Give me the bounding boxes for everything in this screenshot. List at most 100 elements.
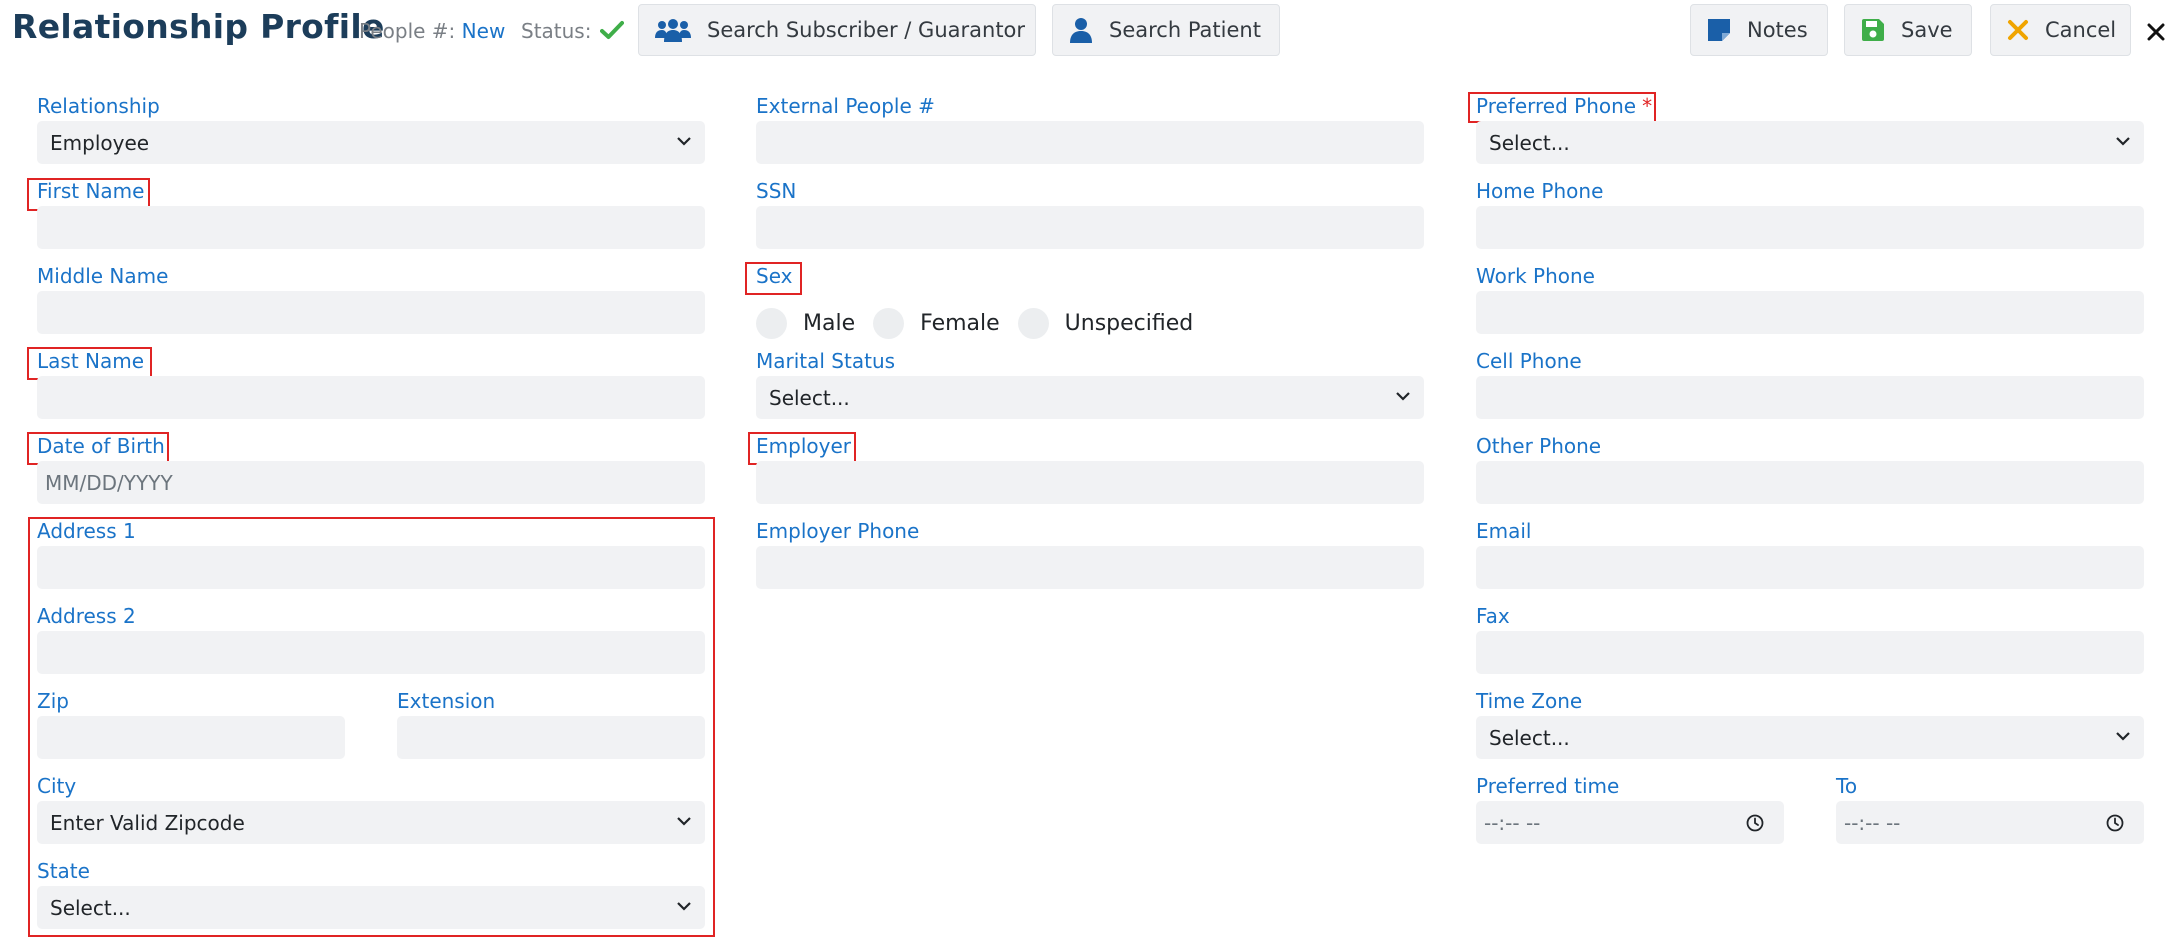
header-bar: Relationship Profile People #: New Statu… (0, 0, 2174, 62)
save-label: Save (1901, 18, 1953, 42)
relationship-select[interactable]: Employee (37, 121, 705, 164)
to-time-value: --:-- -- (1844, 810, 1901, 835)
marital-status-select[interactable]: Select... (756, 376, 1424, 419)
sex-radio-male[interactable] (756, 307, 787, 339)
notes-label: Notes (1747, 18, 1808, 42)
sex-label: Sex (756, 264, 793, 288)
fax-label: Fax (1476, 604, 1510, 628)
preferred-phone-label-text: Preferred Phone (1476, 94, 1637, 118)
time-zone-select[interactable]: Select... (1476, 716, 2144, 759)
to-time-input[interactable]: --:-- -- (1836, 801, 2144, 844)
last-name-label: Last Name (37, 349, 145, 373)
search-patient-label: Search Patient (1109, 18, 1261, 42)
floppy-disk-icon (1861, 18, 1885, 42)
preferred-time-value: --:-- -- (1484, 810, 1541, 835)
city-value: Enter Valid Zipcode (50, 810, 245, 835)
state-value: Select... (50, 895, 131, 920)
email-label: Email (1476, 519, 1532, 543)
to-time-label: To (1836, 774, 1858, 798)
checkmark-icon (599, 20, 624, 45)
marital-status-label: Marital Status (756, 349, 896, 373)
address2-label: Address 2 (37, 604, 136, 628)
page-title: Relationship Profile (12, 7, 385, 46)
relationship-label: Relationship (37, 94, 160, 118)
clock-icon[interactable] (1746, 814, 1764, 832)
status-label: Status: (521, 19, 592, 43)
middle-name-input[interactable] (37, 291, 705, 334)
address1-input[interactable] (37, 546, 705, 589)
search-subscriber-label: Search Subscriber / Guarantor (707, 18, 1026, 42)
other-phone-label: Other Phone (1476, 434, 1602, 458)
sex-radio-group: Male Female Unspecified (756, 306, 1211, 340)
users-icon (655, 18, 691, 42)
sticky-note-icon (1707, 18, 1731, 42)
email-input[interactable] (1476, 546, 2144, 589)
state-label: State (37, 859, 90, 883)
save-button[interactable]: Save (1844, 4, 1972, 56)
date-of-birth-label: Date of Birth (37, 434, 165, 458)
chevron-down-icon (677, 137, 691, 146)
city-label: City (37, 774, 77, 798)
chevron-down-icon (2116, 137, 2130, 146)
people-number-value: New (461, 19, 506, 43)
clock-icon[interactable] (2106, 814, 2124, 832)
sex-option-unspecified: Unspecified (1064, 310, 1194, 336)
employer-phone-input[interactable] (756, 546, 1424, 589)
preferred-phone-label: Preferred Phone * (1476, 94, 1652, 118)
notes-button[interactable]: Notes (1690, 4, 1828, 56)
x-icon (2007, 19, 2029, 41)
chevron-down-icon (1396, 392, 1410, 401)
ssn-input[interactable] (756, 206, 1424, 249)
close-icon[interactable] (2144, 15, 2168, 49)
employer-input[interactable] (756, 461, 1424, 504)
fax-input[interactable] (1476, 631, 2144, 674)
zip-label: Zip (37, 689, 69, 713)
employer-phone-label: Employer Phone (756, 519, 920, 543)
time-zone-value: Select... (1489, 725, 1570, 750)
cell-phone-label: Cell Phone (1476, 349, 1582, 373)
zip-input[interactable] (37, 716, 345, 759)
other-phone-input[interactable] (1476, 461, 2144, 504)
external-people-input[interactable] (756, 121, 1424, 164)
preferred-phone-value: Select... (1489, 130, 1570, 155)
time-zone-label: Time Zone (1476, 689, 1583, 713)
preferred-phone-select[interactable]: Select... (1476, 121, 2144, 164)
chevron-down-icon (2116, 732, 2130, 741)
ssn-label: SSN (756, 179, 797, 203)
chevron-down-icon (677, 902, 691, 911)
search-patient-button[interactable]: Search Patient (1052, 4, 1280, 56)
extension-input[interactable] (397, 716, 705, 759)
state-select[interactable]: Select... (37, 886, 705, 929)
people-number: People #: New (359, 19, 505, 43)
preferred-time-input[interactable]: --:-- -- (1476, 801, 1784, 844)
external-people-label: External People # (756, 94, 935, 118)
first-name-label: First Name (37, 179, 145, 203)
middle-name-label: Middle Name (37, 264, 169, 288)
address1-label: Address 1 (37, 519, 136, 543)
cancel-button[interactable]: Cancel (1990, 4, 2131, 56)
status-indicator: Status: (521, 19, 624, 45)
required-mark: * (1642, 94, 1653, 118)
extension-label: Extension (397, 689, 496, 713)
date-of-birth-input[interactable]: MM/DD/YYYY (37, 461, 705, 504)
sex-radio-unspecified[interactable] (1017, 307, 1049, 339)
first-name-input[interactable] (37, 206, 705, 249)
sex-option-male: Male (803, 310, 856, 336)
marital-status-value: Select... (769, 385, 850, 410)
preferred-time-label: Preferred time (1476, 774, 1620, 798)
address2-input[interactable] (37, 631, 705, 674)
sex-option-female: Female (920, 310, 1000, 336)
city-select[interactable]: Enter Valid Zipcode (37, 801, 705, 844)
employer-label: Employer (756, 434, 851, 458)
work-phone-label: Work Phone (1476, 264, 1595, 288)
cancel-label: Cancel (2045, 18, 2117, 42)
last-name-input[interactable] (37, 376, 705, 419)
sex-radio-female[interactable] (873, 307, 905, 339)
chevron-down-icon (677, 817, 691, 826)
people-number-label: People #: (359, 19, 456, 43)
work-phone-input[interactable] (1476, 291, 2144, 334)
search-subscriber-button[interactable]: Search Subscriber / Guarantor (638, 4, 1036, 56)
home-phone-input[interactable] (1476, 206, 2144, 249)
user-icon (1069, 17, 1093, 43)
cell-phone-input[interactable] (1476, 376, 2144, 419)
